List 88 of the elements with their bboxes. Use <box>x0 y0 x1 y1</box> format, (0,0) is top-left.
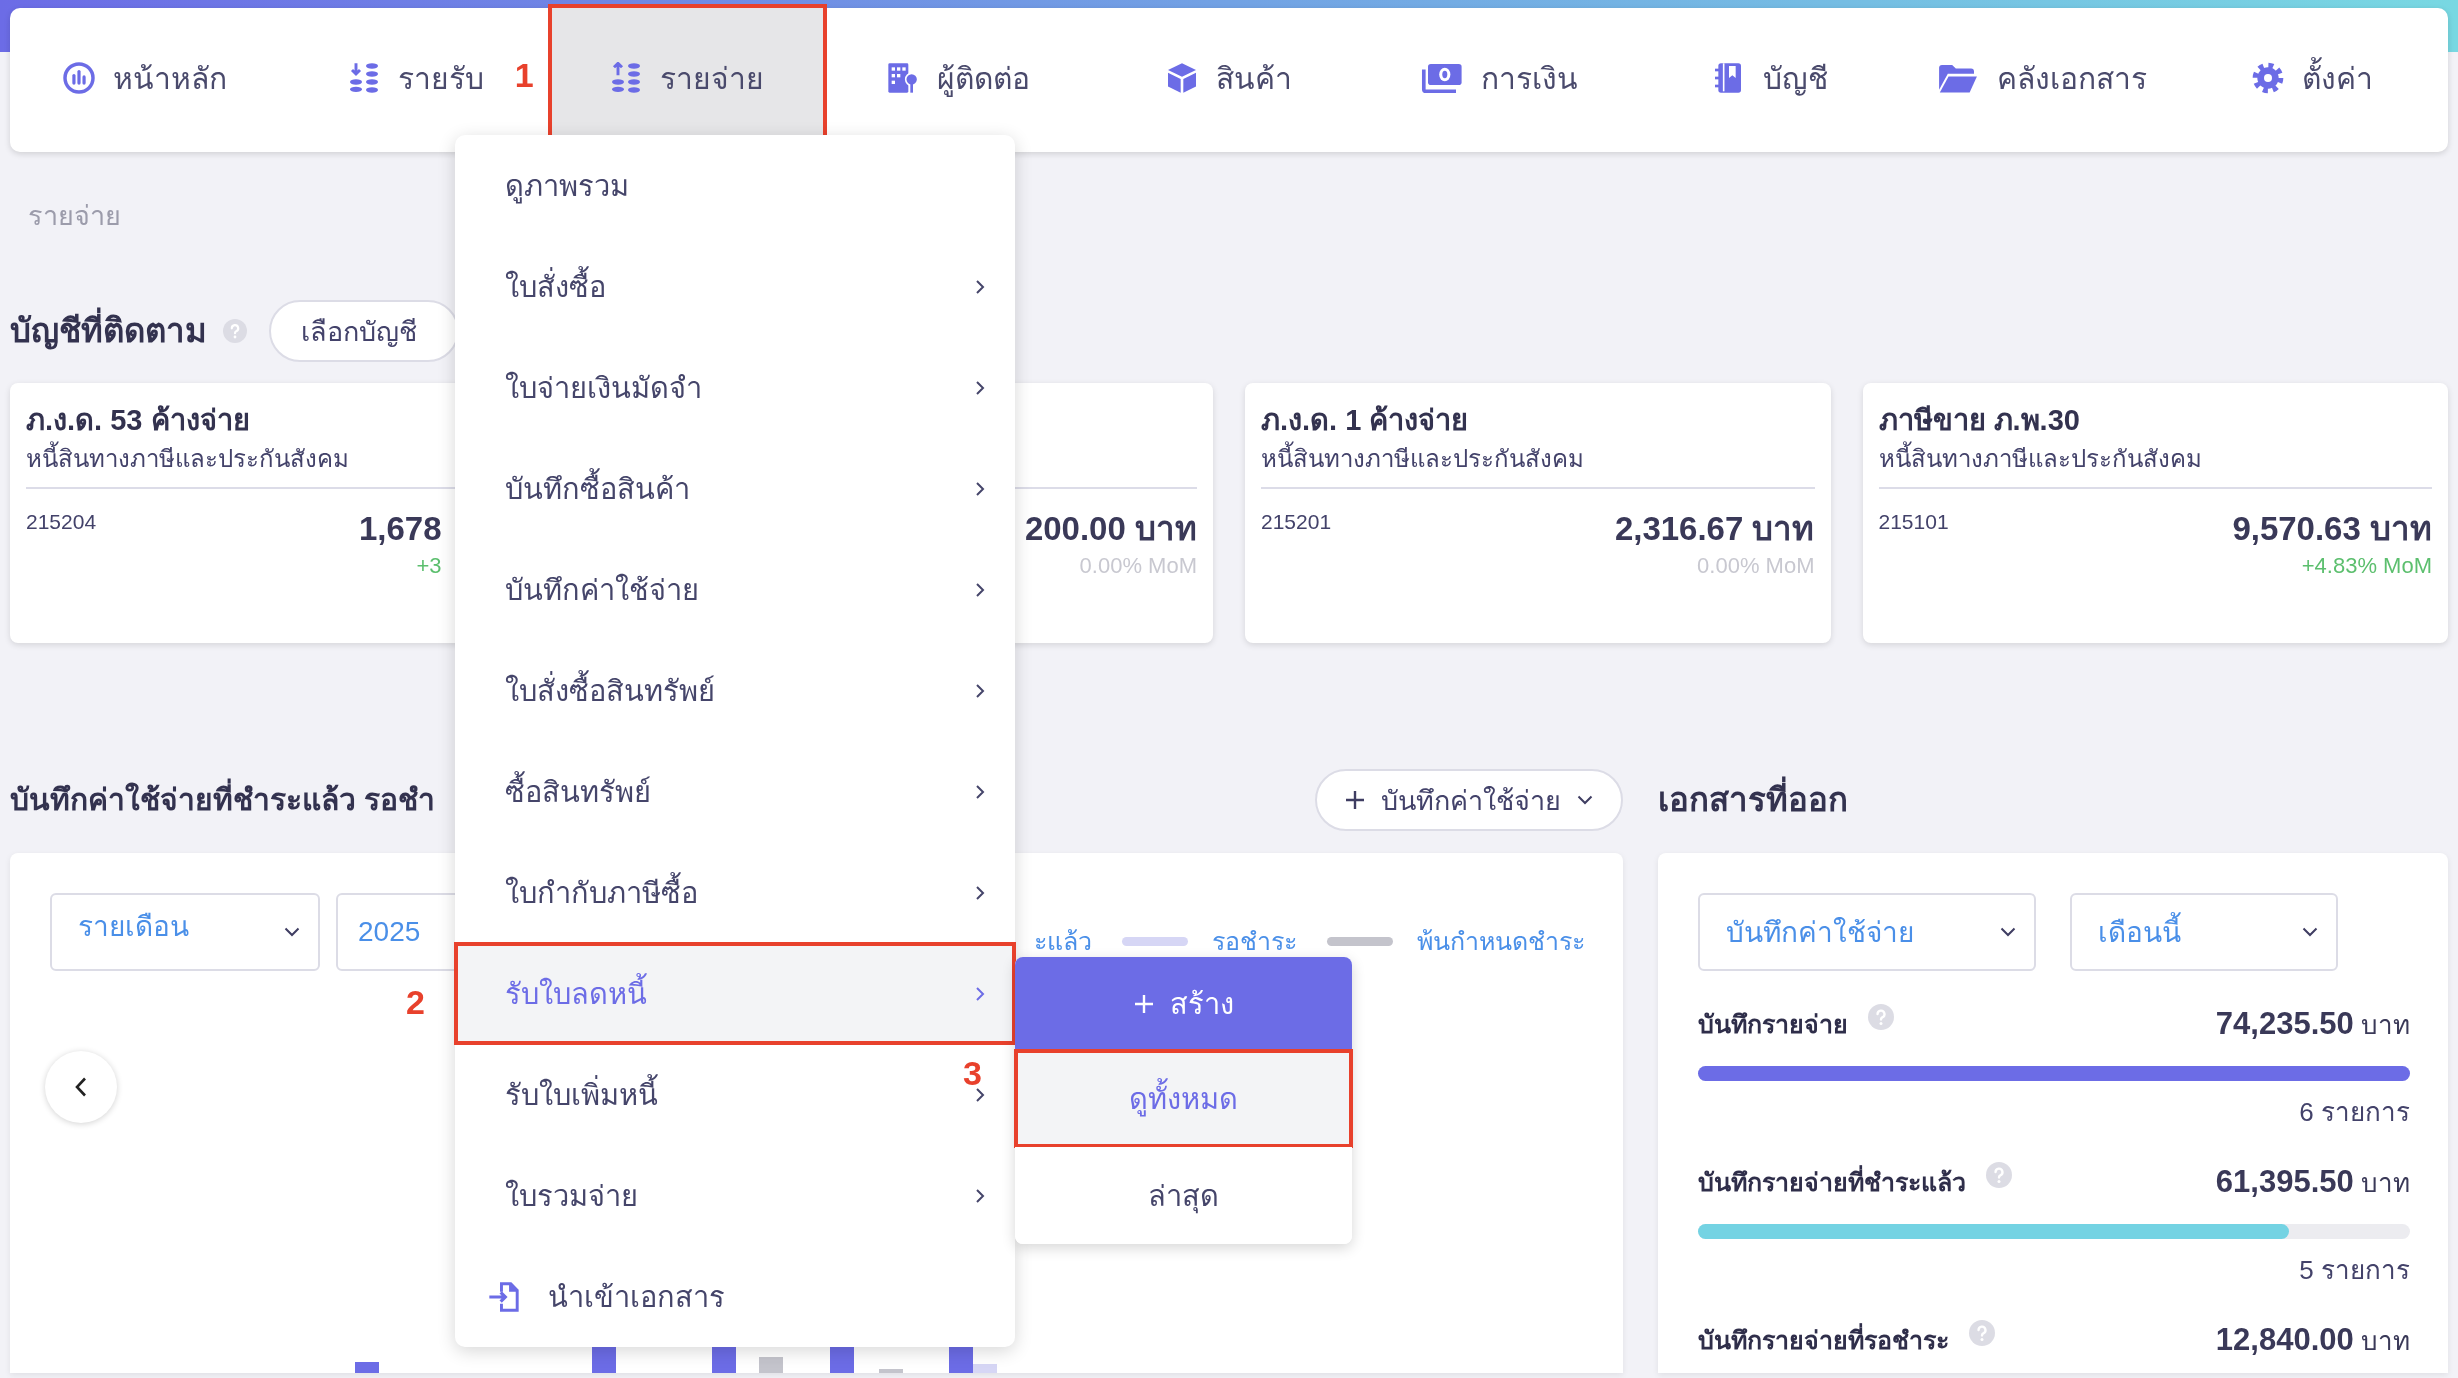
submenu-item[interactable]: ล่าสุด <box>1015 1147 1352 1244</box>
breadcrumb: รายจ่าย <box>28 200 121 233</box>
chevron-down-icon <box>2000 927 2016 937</box>
account-category: หนี้สินทางภาษีและประกันสังคม <box>1878 441 2202 477</box>
chevron-down-icon <box>1577 795 1593 805</box>
chevron-right-icon <box>975 884 985 901</box>
menu-item[interactable]: บันทึกค่าใช้จ่าย <box>455 539 1015 640</box>
chart-bar <box>712 1345 736 1373</box>
add-expense-button[interactable]: บันทึกค่าใช้จ่าย <box>1315 769 1623 831</box>
menu-item[interactable]: ใบรวมจ่าย <box>455 1145 1015 1246</box>
menu-item[interactable]: บันทึกซื้อสินค้า <box>455 438 1015 539</box>
settings-icon <box>2252 62 2285 94</box>
help-icon[interactable] <box>1986 1162 2012 1188</box>
create-button[interactable]: สร้าง <box>1015 957 1352 1050</box>
document-label: บันทึกรายจ่าย <box>1698 1009 1848 1040</box>
chevron-right-icon <box>975 278 985 295</box>
nav-tab[interactable]: การเงิน <box>1364 8 1636 136</box>
chevron-right-icon <box>975 682 985 699</box>
chevron-down-icon <box>2302 927 2318 937</box>
chevron-right-icon <box>975 985 985 1002</box>
banknote-icon <box>1421 62 1464 94</box>
file-import-icon <box>488 1280 520 1313</box>
section-title: บันทึกค่าใช้จ่ายที่ชำระแล้ว รอชำ <box>10 778 436 822</box>
nav-tab[interactable]: บัญชี <box>1635 8 1907 136</box>
nav-tab[interactable]: หน้าหลัก <box>10 8 281 136</box>
chevron-right-icon <box>975 783 985 800</box>
chart-bar <box>879 1369 903 1373</box>
account-balance: 200.00 บาท <box>1024 509 1197 549</box>
chart-bar <box>592 1345 616 1373</box>
account-code: 215204 <box>26 510 97 533</box>
document-total: 12,840.00 บาท <box>2215 1320 2410 1359</box>
legend-label: รอชำระ <box>1212 926 1297 957</box>
nav-tab[interactable]: คลังเอกสาร <box>1906 8 2178 136</box>
cube-icon <box>1166 62 1198 94</box>
chart-bar <box>355 1362 379 1373</box>
document-total: 61,395.50 บาท <box>2215 1162 2410 1201</box>
document-count: 6 รายการ <box>2299 1096 2410 1129</box>
coins-down-arrow-icon <box>348 62 381 94</box>
chevron-down-icon <box>284 927 300 937</box>
chevron-right-icon <box>975 1187 985 1204</box>
coins-up-arrow-icon <box>610 62 643 94</box>
account-code: 215201 <box>1261 510 1332 533</box>
account-category: หนี้สินทางภาษีและประกันสังคม <box>1261 441 1584 477</box>
chart-bar <box>830 1345 854 1373</box>
nav-tab[interactable]: สินค้า <box>1093 8 1365 136</box>
account-category: หนี้สินทางภาษีและประกันสังคม <box>26 441 349 477</box>
document-label: บันทึกรายจ่ายที่รอชำระ <box>1698 1320 1949 1360</box>
account-title: ภ.ง.ด. 53 ค้างจ่าย <box>26 403 250 438</box>
chevron-right-icon <box>975 1086 985 1103</box>
month-change: +4.83% MoM <box>2301 552 2432 580</box>
menu-item[interactable]: ซื้อสินทรัพย์ <box>455 741 1015 842</box>
callout-number: 1 <box>514 58 534 92</box>
plus-icon <box>1345 790 1365 810</box>
chevron-right-icon <box>975 480 985 497</box>
folder-icon <box>1936 62 1979 94</box>
month-change: +3 <box>416 552 442 580</box>
document-count: 5 รายการ <box>2299 1254 2410 1287</box>
account-balance: 2,316.67 บาท <box>1614 509 1815 549</box>
account-code: 215101 <box>1878 510 1949 533</box>
help-icon[interactable] <box>223 319 247 343</box>
help-icon[interactable] <box>1969 1320 1995 1346</box>
callout-number: 3 <box>963 1056 982 1090</box>
document-label: บันทึกรายจ่ายที่ชำระแล้ว <box>1698 1162 1966 1202</box>
legend-label: ะแล้ว <box>1034 926 1092 957</box>
legend-label: พ้นกำหนดชำระ <box>1417 926 1585 957</box>
menu-item[interactable]: ใบสั่งซื้อสินทรัพย์ <box>455 640 1015 741</box>
building-pin-icon <box>886 62 919 94</box>
menu-item[interactable]: นำเข้าเอกสาร <box>455 1246 1015 1347</box>
document-total: 74,235.50 บาท <box>2215 1004 2410 1043</box>
section-title: บัญชีที่ติดตาม <box>10 309 207 353</box>
chevron-right-icon <box>975 379 985 396</box>
account-balance: 1,678 <box>358 509 442 549</box>
previous-button[interactable] <box>45 1051 117 1123</box>
chevron-left-icon <box>75 1077 87 1097</box>
account-title: ภาษีขาย ภ.พ.30 <box>1878 403 2080 438</box>
account-balance: 9,570.63 บาท <box>2232 509 2432 549</box>
account-title: ภ.ง.ด. 1 ค้างจ่าย <box>1261 403 1469 438</box>
menu-item[interactable]: รับใบลดหนี้ <box>455 943 1015 1044</box>
nav-tab[interactable]: ตั้งค่า <box>2177 8 2448 136</box>
menu-item[interactable]: ดูภาพรวม <box>455 135 1015 236</box>
plus-icon <box>1133 993 1154 1014</box>
section-title: เอกสารที่ออก <box>1658 778 2448 822</box>
chevron-right-icon <box>975 581 985 598</box>
chart-bar <box>759 1357 783 1373</box>
callout-number: 2 <box>406 985 425 1019</box>
help-icon[interactable] <box>1868 1004 1894 1030</box>
chart-circle-icon <box>63 62 96 94</box>
submenu-item[interactable]: ดูทั้งหมด <box>1015 1050 1352 1147</box>
